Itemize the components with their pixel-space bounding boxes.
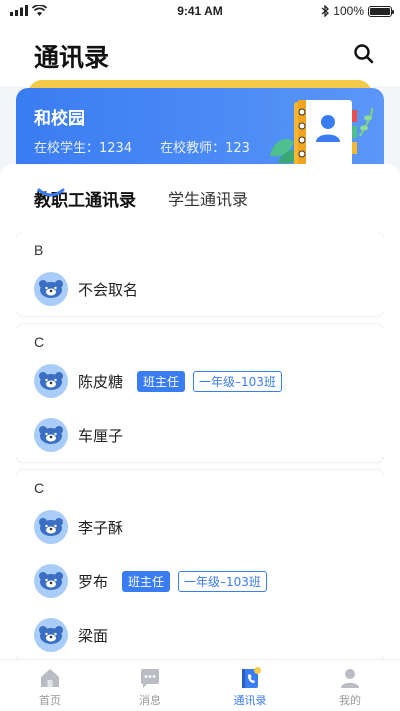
contact-name: 陈皮糖 [78, 372, 124, 391]
active-tab-indicator [37, 188, 65, 197]
bear-avatar-icon [39, 372, 63, 390]
nav-label: 我的 [339, 694, 361, 707]
header: 通讯录 [0, 24, 400, 86]
avatar [34, 364, 68, 398]
profile-icon [341, 669, 359, 688]
avatar [34, 564, 68, 598]
nav-label: 通讯录 [233, 694, 267, 707]
home-icon [41, 669, 59, 687]
page-title: 通讯录 [34, 43, 110, 72]
contact-name: 罗布 [78, 572, 109, 591]
group-letter: C [34, 480, 45, 496]
nav-profile[interactable]: 我的 [300, 660, 400, 711]
bear-avatar-icon [39, 426, 63, 444]
avatar [34, 272, 68, 306]
role-badge: 班主任 [137, 370, 186, 392]
search-button[interactable] [352, 42, 376, 66]
battery-percent: 100% [333, 4, 364, 18]
group-letter: B [34, 242, 44, 258]
class-badge: 一年级–103班 [193, 370, 282, 392]
contact-tabs: 教职工通讯录 学生通讯录 [34, 186, 248, 211]
contact-name: 李子酥 [78, 518, 124, 537]
avatar [34, 510, 68, 544]
student-count: 在校学生：1234 [34, 141, 133, 156]
nav-home[interactable]: 首页 [0, 660, 100, 711]
contact-name: 不会取名 [78, 280, 139, 299]
contact-row[interactable]: 李子酥 [16, 500, 384, 554]
bear-avatar-icon [39, 626, 63, 644]
role-badge: 班主任 [122, 570, 171, 592]
nav-contacts[interactable]: 通讯录 [200, 660, 300, 711]
nav-label: 消息 [139, 694, 161, 707]
contact-row[interactable]: 不会取名 [16, 262, 384, 316]
nav-label: 首页 [39, 694, 61, 707]
bear-avatar-icon [39, 572, 63, 590]
class-badge: 一年级–103班 [178, 570, 267, 592]
contact-group: C 陈皮糖 班主任 一年级–103班 车厘子 [16, 324, 384, 462]
status-bar: 9:41 AM 100% [0, 0, 400, 24]
bear-avatar-icon [39, 280, 63, 298]
avatar [34, 418, 68, 452]
avatar [34, 618, 68, 652]
search-icon [354, 44, 374, 64]
contact-groups[interactable]: B 不会取名 C 陈皮糖 班主任 一年级–103班 车厘子 C 李子酥 罗布 班… [16, 232, 384, 659]
school-banner: 和校园 在校学生：1234 在校教师：123 [16, 80, 384, 188]
tab-students[interactable]: 学生通讯录 [168, 186, 248, 211]
contact-name: 梁面 [78, 626, 109, 645]
nav-messages[interactable]: 消息 [100, 660, 200, 711]
contacts-sheet: 教职工通讯录 学生通讯录 B 不会取名 C 陈皮糖 班主任 一年级–103班 车… [0, 164, 400, 659]
contact-group: B 不会取名 [16, 232, 384, 316]
bluetooth-icon [321, 5, 330, 17]
contacts-icon [242, 667, 261, 688]
contact-row[interactable]: 梁面 [16, 608, 384, 659]
school-name: 和校园 [34, 109, 85, 129]
contact-row[interactable]: 车厘子 [16, 408, 384, 462]
battery-icon [368, 5, 394, 17]
teacher-count: 在校教师：123 [160, 141, 250, 156]
message-icon [141, 669, 159, 688]
bear-avatar-icon [39, 518, 63, 536]
contact-name: 车厘子 [78, 426, 124, 445]
contact-group: C 李子酥 罗布 班主任 一年级–103班 梁面 [16, 470, 384, 659]
contact-row[interactable]: 陈皮糖 班主任 一年级–103班 [16, 354, 384, 408]
group-letter: C [34, 334, 45, 350]
contact-row[interactable]: 罗布 班主任 一年级–103班 [16, 554, 384, 608]
bottom-nav: 首页 消息 通讯录 我的 [0, 659, 400, 711]
